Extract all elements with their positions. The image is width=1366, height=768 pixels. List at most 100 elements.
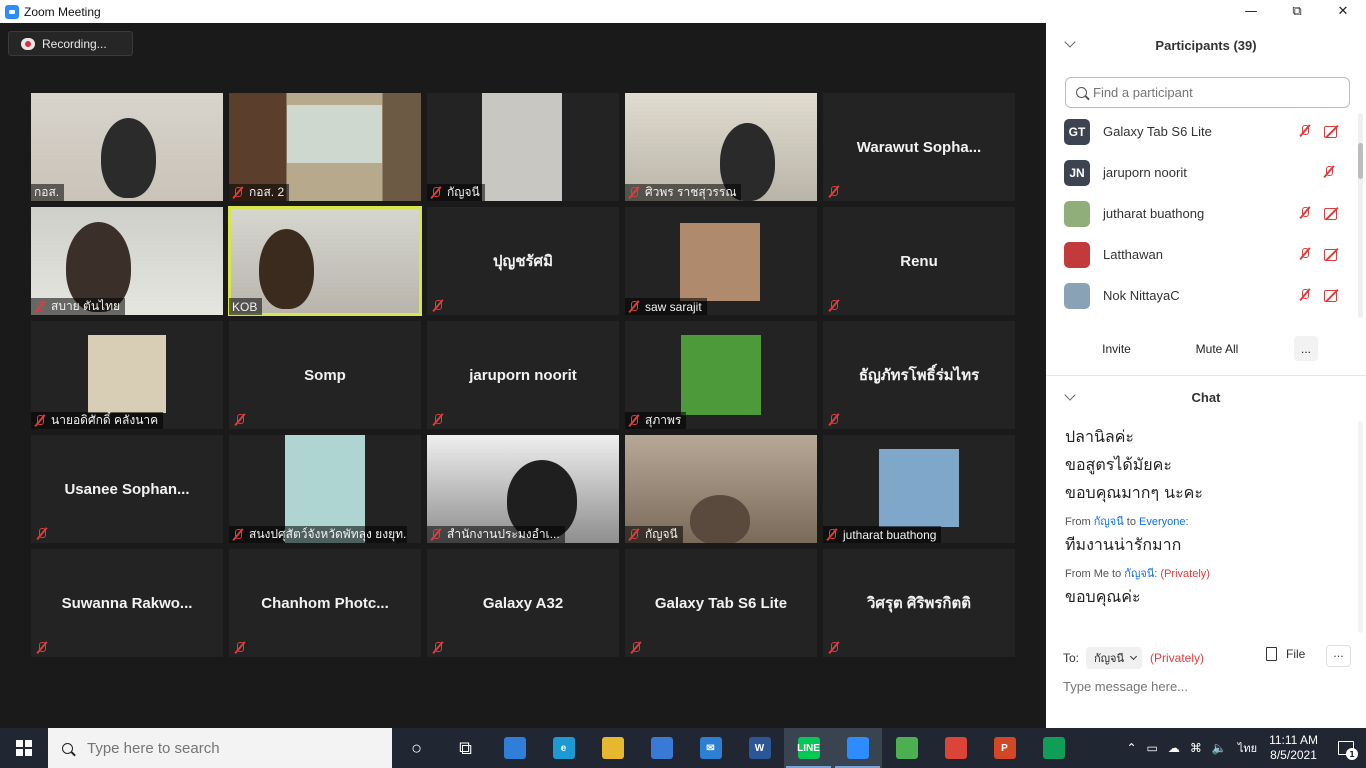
video-off-icon[interactable] [1324, 207, 1340, 220]
participant-name: สำนักงานประมงอำเ... [447, 527, 560, 541]
participant-row[interactable]: JN jaruporn noorit [1046, 152, 1366, 193]
mic-muted-icon[interactable] [1299, 124, 1311, 137]
file-label: File [1286, 647, 1306, 661]
more-options-button[interactable]: ... [1294, 336, 1318, 361]
pc-taskbar-button[interactable] [490, 728, 539, 768]
participant-search-input[interactable] [1093, 85, 1333, 100]
wifi-icon[interactable]: ⌘ [1190, 741, 1202, 755]
chat-scrollbar[interactable] [1358, 421, 1363, 633]
chat-privately-label: (Privately) [1160, 568, 1210, 580]
taskbar-search[interactable] [48, 728, 392, 768]
participant-tile[interactable]: jutharat buathong [823, 435, 1015, 543]
recording-label: Recording... [42, 36, 107, 51]
word-taskbar-button[interactable]: W [735, 728, 784, 768]
participant-tile[interactable]: ศิวพร ราชสุวรรณ [625, 93, 817, 201]
task-view-taskbar-button[interactable]: ⧉ [441, 728, 490, 768]
participant-tile[interactable]: saw sarajit [625, 207, 817, 315]
participant-search[interactable] [1065, 77, 1350, 108]
participant-tile[interactable]: jaruporn noorit [427, 321, 619, 429]
chrome-taskbar-button[interactable] [931, 728, 980, 768]
zoom-taskbar-button[interactable] [833, 728, 882, 768]
avatar [1064, 200, 1090, 227]
restore-button[interactable]: ⧉ [1274, 0, 1320, 23]
notification-count: 1 [1346, 748, 1358, 760]
file-button[interactable]: File [1266, 647, 1305, 661]
participant-tile[interactable]: วิศรุต ศิริพรกิตติ [823, 549, 1015, 657]
participant-tile[interactable]: Warawut Sopha... [823, 93, 1015, 201]
participant-tile[interactable]: สำนักงานประมงอำเ... [427, 435, 619, 543]
participant-name: สนงปศุสัตว์จังหวัดพัทลุง ยงยุท... [249, 527, 407, 541]
participant-tile[interactable]: Suwanna Rakwo... [31, 549, 223, 657]
android-taskbar-button[interactable] [882, 728, 931, 768]
mic-muted-icon[interactable] [1323, 165, 1335, 178]
invite-button[interactable]: Invite [1094, 336, 1139, 361]
participant-tile[interactable]: นายอดิศักดิ์ คลังนาค [31, 321, 223, 429]
action-center-button[interactable]: 1 [1326, 728, 1366, 768]
participant-row[interactable]: jutharat buathong [1046, 193, 1366, 234]
participant-video-figure [101, 118, 156, 198]
participant-tile[interactable]: ธัญภัทรโพธิ์ร่มไทร [823, 321, 1015, 429]
participant-tile[interactable]: Galaxy A32 [427, 549, 619, 657]
participant-row-name: Galaxy Tab S6 Lite [1103, 124, 1212, 139]
participant-display-name: Warawut Sopha... [856, 138, 982, 156]
file-explorer-taskbar-button[interactable] [588, 728, 637, 768]
minimize-button[interactable]: — [1228, 0, 1274, 23]
participant-tile[interactable]: Chanhom Photc... [229, 549, 421, 657]
chat-messages: ปลานิลค่ะ ขอสูตรได้มัยคะ ขอบคุณมากๆ นะคะ Fr… [1065, 423, 1355, 611]
recipient-select[interactable]: กัญจนี [1086, 647, 1143, 669]
participant-tile[interactable]: ปุญชรัศมิ [427, 207, 619, 315]
participant-row[interactable]: Nok NittayaC [1046, 275, 1366, 316]
video-off-icon[interactable] [1324, 289, 1340, 302]
participant-name: KOB [232, 299, 258, 314]
participant-tile[interactable]: กัญจนี [427, 93, 619, 201]
battery-icon[interactable]: ▭ [1147, 741, 1158, 755]
clock-date: 8/5/2021 [1270, 748, 1317, 762]
collapse-chat-icon[interactable] [1064, 389, 1076, 401]
chat-to-label: to [1126, 516, 1136, 528]
recording-indicator[interactable]: Recording... [8, 31, 133, 56]
onedrive-icon[interactable]: ☁ [1168, 741, 1180, 755]
mute-all-button[interactable]: Mute All [1186, 336, 1248, 361]
participant-tile[interactable]: KOB [228, 206, 422, 316]
video-off-icon[interactable] [1324, 248, 1340, 261]
mail-taskbar-button[interactable]: ✉ [686, 728, 735, 768]
participants-scrollbar[interactable] [1358, 113, 1363, 318]
collapse-participants-icon[interactable] [1064, 36, 1076, 48]
participant-actions: Invite Mute All ... [1046, 333, 1366, 365]
participant-tile[interactable]: กัญจนี [625, 435, 817, 543]
chrome-profile-taskbar-button[interactable] [1029, 728, 1078, 768]
taskbar-search-input[interactable] [87, 739, 367, 757]
mic-muted-icon[interactable] [1299, 288, 1311, 301]
video-feed [88, 335, 166, 413]
participant-tile[interactable]: Galaxy Tab S6 Lite [625, 549, 817, 657]
participant-name: กัญจนี [645, 527, 678, 541]
mic-muted-icon[interactable] [1299, 206, 1311, 219]
mic-muted-icon[interactable] [1299, 247, 1311, 260]
participant-tile[interactable]: กอส. [31, 93, 223, 201]
chat-more-button[interactable]: ··· [1326, 645, 1351, 667]
volume-icon[interactable]: 🔈 [1212, 741, 1227, 755]
system-clock[interactable]: 11:11 AM 8/5/2021 [1269, 733, 1318, 763]
participant-tile[interactable]: สุภาพร [625, 321, 817, 429]
participant-row[interactable]: GT Galaxy Tab S6 Lite [1046, 111, 1366, 152]
store-taskbar-button[interactable] [637, 728, 686, 768]
participant-name-label: สบาย ตันไทย [31, 298, 126, 315]
mic-muted-icon [432, 641, 444, 654]
participant-tile[interactable]: Somp [229, 321, 421, 429]
participant-tile[interactable]: Usanee Sophan... [31, 435, 223, 543]
input-language[interactable]: ไทย [1238, 739, 1257, 757]
start-button[interactable] [0, 728, 48, 768]
video-off-icon[interactable] [1324, 125, 1340, 138]
participant-tile[interactable]: สบาย ตันไทย [31, 207, 223, 315]
line-taskbar-button[interactable]: LINE [784, 728, 833, 768]
edge-taskbar-button[interactable]: e [539, 728, 588, 768]
participant-tile[interactable]: กอส. 2 [229, 93, 421, 201]
cortana-taskbar-button[interactable]: ○ [392, 728, 441, 768]
participant-row[interactable]: Latthawan [1046, 234, 1366, 275]
close-button[interactable]: ✕ [1320, 0, 1366, 23]
powerpoint-taskbar-button[interactable]: P [980, 728, 1029, 768]
chat-message-input[interactable] [1063, 675, 1353, 697]
participant-tile[interactable]: สนงปศุสัตว์จังหวัดพัทลุง ยงยุท... [229, 435, 421, 543]
participant-tile[interactable]: Renu [823, 207, 1015, 315]
show-hidden-icons-icon[interactable]: ⌃ [1126, 741, 1136, 755]
